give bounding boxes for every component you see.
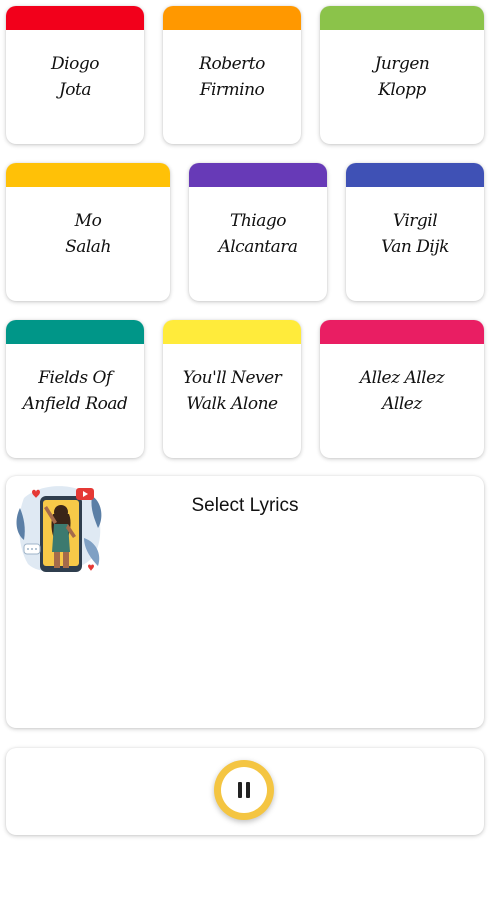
card-allez-allez-allez[interactable]: Allez Allez Allez — [320, 320, 484, 458]
card-color-band — [6, 163, 170, 187]
card-color-band — [163, 6, 301, 30]
player-panel — [6, 748, 484, 835]
card-mo-salah[interactable]: Mo Salah — [6, 163, 170, 301]
lyrics-title: Select Lyrics — [191, 495, 299, 516]
lyrics-panel: Select Lyrics — [6, 476, 484, 728]
pause-icon — [221, 767, 267, 813]
singer-illustration-icon — [14, 478, 106, 576]
card-label: Thiago Alcantara — [218, 211, 298, 257]
card-label: Allez Allez Allez — [359, 368, 445, 414]
card-label: Mo Salah — [65, 211, 111, 257]
card-color-band — [320, 6, 484, 30]
card-jurgen-klopp[interactable]: Jurgen Klopp — [320, 6, 484, 144]
card-virgil-van-dijk[interactable]: Virgil Van Dijk — [346, 163, 484, 301]
card-label: Fields Of Anfield Road — [22, 368, 128, 414]
card-color-band — [346, 163, 484, 187]
card-roberto-firmino[interactable]: Roberto Firmino — [163, 6, 301, 144]
pause-button[interactable] — [214, 760, 274, 820]
card-color-band — [189, 163, 327, 187]
card-diogo-jota[interactable]: Diogo Jota — [6, 6, 144, 144]
card-color-band — [6, 320, 144, 344]
card-label: Roberto Firmino — [199, 54, 265, 100]
card-label: Diogo Jota — [51, 54, 99, 100]
card-color-band — [320, 320, 484, 344]
card-label: Virgil Van Dijk — [381, 211, 449, 257]
card-youll-never-walk-alone[interactable]: You'll Never Walk Alone — [163, 320, 301, 458]
card-label: You'll Never Walk Alone — [182, 368, 282, 414]
card-label: Jurgen Klopp — [374, 54, 430, 100]
card-thiago-alcantara[interactable]: Thiago Alcantara — [189, 163, 327, 301]
card-fields-of-anfield-road[interactable]: Fields Of Anfield Road — [6, 320, 144, 458]
card-color-band — [6, 6, 144, 30]
card-color-band — [163, 320, 301, 344]
